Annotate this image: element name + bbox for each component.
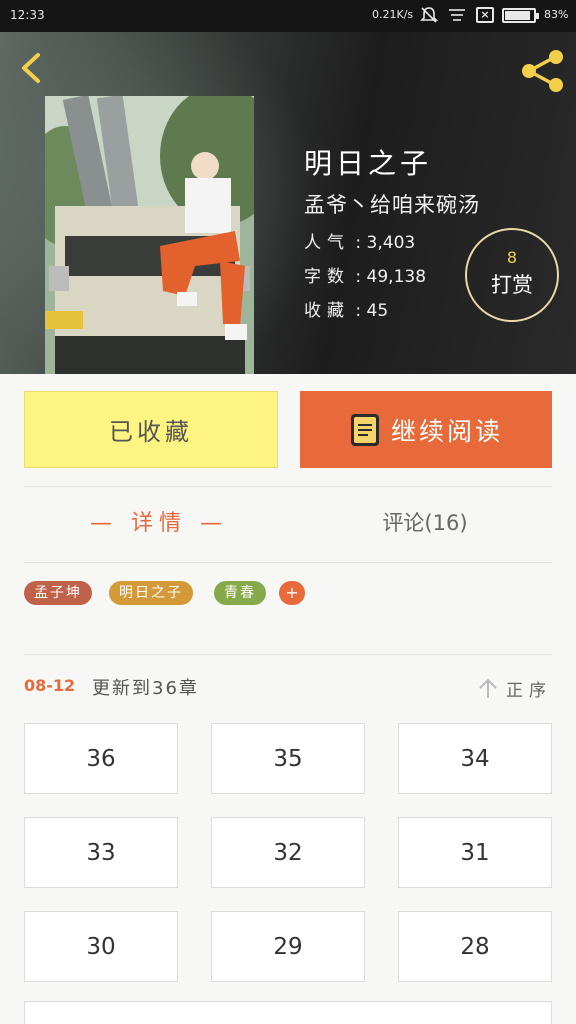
favorites-value: 45 (366, 301, 389, 321)
divider (24, 654, 552, 655)
sort-order-button[interactable]: 正序 (478, 674, 554, 702)
more-chapters-button[interactable] (24, 1001, 552, 1024)
chapter-cell[interactable]: 36 (24, 723, 178, 794)
continue-reading-button[interactable]: 继续阅读 (300, 391, 552, 468)
collected-label: 已收藏 (109, 418, 193, 446)
word-count-label: 字数 (304, 267, 350, 287)
popularity-value: 3,403 (366, 233, 416, 253)
sort-order-label: 正序 (506, 680, 552, 701)
share-icon[interactable] (518, 48, 568, 94)
popularity-row: 人气 : 3,403 (304, 233, 416, 253)
reward-label: 打赏 (491, 273, 533, 297)
chevron-left-icon[interactable] (12, 48, 52, 88)
battery-icon (502, 8, 539, 23)
popularity-label: 人气 (304, 233, 350, 253)
add-tag-button[interactable]: + (279, 581, 305, 605)
tab-detail[interactable]: — 详情 — (84, 505, 234, 537)
book-header: 明日之子 孟爷丶给咱来碗汤 人气 : 3,403 字数 : 49,138 收藏 … (0, 32, 576, 374)
continue-reading-label: 继续阅读 (390, 416, 503, 446)
tab-comments[interactable]: 评论(16) (360, 507, 490, 537)
chapter-cell[interactable]: 29 (211, 911, 365, 982)
battery-percent: 83% (544, 8, 569, 21)
book-author[interactable]: 孟爷丶给咱来碗汤 (304, 189, 480, 219)
status-bar: 12:33 0.21K/s × 83% (0, 0, 576, 32)
favorites-row: 收藏 : 45 (304, 301, 389, 321)
word-count-value: 49,138 (366, 267, 427, 287)
mute-icon (420, 7, 438, 23)
network-speed: 0.21K/s (372, 8, 414, 21)
notification-list-icon (449, 9, 465, 21)
chapter-cell[interactable]: 28 (398, 911, 552, 982)
status-time: 12:33 (10, 8, 45, 22)
chapter-cell[interactable]: 35 (211, 723, 365, 794)
close-box-icon: × (476, 7, 494, 23)
reward-button[interactable]: 8 打赏 (465, 228, 559, 322)
cover-photo (45, 96, 254, 374)
chapter-cell[interactable]: 30 (24, 911, 178, 982)
update-text: 更新到36章 (92, 678, 199, 699)
divider (24, 562, 552, 563)
tag-item[interactable]: 孟子坤 (24, 581, 92, 605)
chapter-cell[interactable]: 33 (24, 817, 178, 888)
word-count-row: 字数 : 49,138 (304, 267, 427, 287)
tag-item[interactable]: 明日之子 (109, 581, 193, 605)
reward-count: 8 (506, 248, 518, 267)
book-icon (350, 413, 379, 446)
chapter-cell[interactable]: 31 (398, 817, 552, 888)
collected-button[interactable]: 已收藏 (24, 391, 278, 468)
chapter-cell[interactable]: 34 (398, 723, 552, 794)
favorites-label: 收藏 (304, 301, 350, 321)
tag-item[interactable]: 青春 (214, 581, 266, 605)
book-title: 明日之子 (304, 147, 433, 180)
arrow-up-icon (479, 678, 497, 698)
update-date: 08-12 (24, 676, 76, 695)
divider (24, 486, 552, 487)
chapter-cell[interactable]: 32 (211, 817, 365, 888)
book-cover-image[interactable] (45, 96, 254, 374)
